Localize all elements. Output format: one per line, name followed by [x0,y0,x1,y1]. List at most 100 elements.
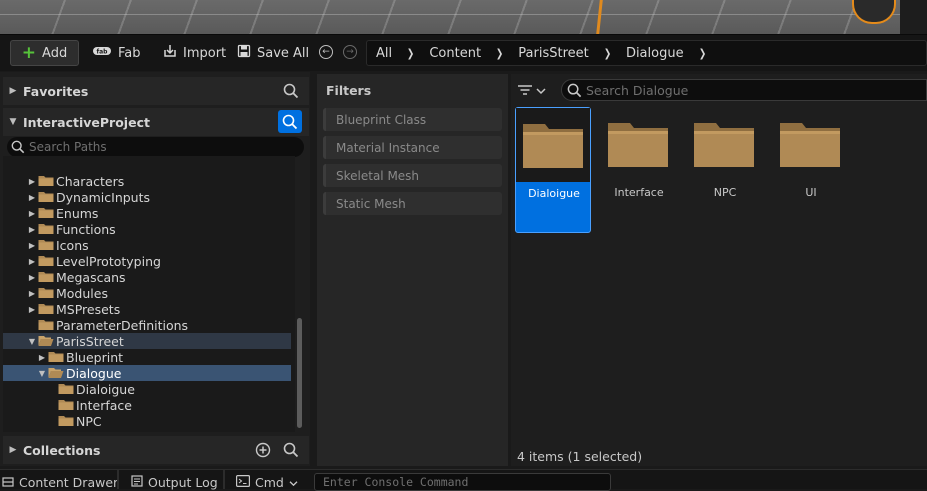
breadcrumb-all[interactable]: All [376,46,392,61]
tree-item-label: Modules [56,285,108,301]
collections-header[interactable]: ▶ Collections [3,436,309,464]
drawer-icon [2,475,14,490]
tree-item-icons[interactable]: ▶ Icons [3,237,291,253]
chevron-right-icon[interactable]: ❯ [687,47,717,60]
tree-item-label: Interface [76,397,132,413]
caret-right-icon: ▶ [9,445,17,455]
search-icon[interactable] [283,83,299,102]
folder-icon [38,207,54,219]
asset-label: NPC [713,186,737,199]
import-button[interactable]: Import [157,40,232,66]
breadcrumb-dialogue[interactable]: Dialogue [626,46,684,61]
tree-item-characters[interactable]: ▶ Characters [3,173,291,189]
caret-right-icon[interactable]: ▶ [27,225,37,234]
search-paths-toggle-icon[interactable] [278,110,302,133]
caret-right-icon[interactable]: ▶ [27,241,37,250]
cmd-label: Cmd [255,474,284,490]
add-label: Add [42,45,68,61]
asset-label: UI [805,186,817,199]
tree-item-interface[interactable]: Interface [3,397,291,413]
caret-down-icon[interactable]: ▼ [37,369,47,378]
tree-item-label: UI [76,430,89,433]
breadcrumb-content[interactable]: Content [429,46,481,61]
tree-scrollbar[interactable] [297,318,302,428]
tree-item-label: Dialogue [66,365,122,381]
plus-icon: + [21,42,37,63]
save-all-button[interactable]: Save All [231,40,315,66]
caret-right-icon[interactable]: ▶ [27,193,37,202]
folder-icon [38,271,54,283]
console-command-input[interactable]: Enter Console Command [314,473,611,491]
folder-icon [58,431,74,432]
search-icon[interactable] [283,442,299,461]
filter-blueprint-class[interactable]: Blueprint Class [323,108,502,131]
add-collection-icon[interactable] [255,442,271,461]
asset-view: Search Dialogue Dialoigue Interface NPC UI … [511,74,927,466]
asset-tile-ui[interactable]: UI [773,107,849,233]
folder-icon [38,255,54,267]
tree-item-modules[interactable]: ▶ Modules [3,285,291,301]
content-drawer-button[interactable]: Content Drawer [2,473,118,491]
favorites-header[interactable]: ▶ Favorites [3,77,309,105]
cmd-dropdown[interactable]: Cmd [236,473,298,491]
chevron-right-icon[interactable]: ❯ [396,47,426,60]
caret-right-icon[interactable]: ▶ [27,289,37,298]
search-assets-input[interactable]: Search Dialogue [561,79,927,101]
fab-button[interactable]: fab Fab [86,40,147,66]
tree-item-megascans[interactable]: ▶ Megascans [3,269,291,285]
add-button[interactable]: + Add [10,40,79,66]
project-label: InteractiveProject [23,114,150,130]
caret-right-icon[interactable]: ▶ [27,273,37,282]
filter-skeletal-mesh[interactable]: Skeletal Mesh [323,164,502,187]
tree-item-enums[interactable]: ▶ Enums [3,205,291,221]
forward-arrow-icon[interactable]: → [343,45,357,59]
chevron-down-icon [289,475,298,490]
search-paths-input[interactable]: Search Paths [7,137,304,157]
filter-material-instance[interactable]: Material Instance [323,136,502,159]
filter-dropdown[interactable] [517,82,551,100]
tree-item-dialoigue[interactable]: Dialoigue [3,381,291,397]
caret-right-icon[interactable]: ▶ [37,353,47,362]
filter-static-mesh[interactable]: Static Mesh [323,192,502,215]
folder-icon [601,107,675,181]
breadcrumb-parisstreet[interactable]: ParisStreet [518,46,588,61]
project-header[interactable]: ▼ InteractiveProject [3,108,309,136]
output-log-button[interactable]: Output Log [131,473,218,491]
folder-icon [38,319,54,331]
tree-item-ui[interactable]: UI [3,429,291,433]
tree-item-npc[interactable]: NPC [3,413,291,429]
caret-down-icon[interactable]: ▼ [27,337,37,346]
asset-tile-dialoigue[interactable]: Dialoigue [515,107,591,233]
tree-item-levelprototyping[interactable]: ▶ LevelPrototyping [3,253,291,269]
svg-text:fab: fab [97,49,109,56]
viewport-gridline [0,14,927,15]
sources-panel: ▶ Favorites ▼ InteractiveProject Search … [0,72,310,466]
tree-item-dynamicinputs[interactable]: ▶ DynamicInputs [3,189,291,205]
caret-right-icon[interactable]: ▶ [27,177,37,186]
content-drawer-label: Content Drawer [19,474,119,490]
content-browser-toolbar: + Add fab Fab Import Save All ← → All ❯ … [0,34,927,71]
chevron-right-icon[interactable]: ❯ [485,47,515,60]
asset-tile-interface[interactable]: Interface [601,107,677,233]
asset-tile-npc[interactable]: NPC [687,107,763,233]
tree-item-parameterdefinitions[interactable]: ParameterDefinitions [3,317,291,333]
filter-label: Static Mesh [336,196,406,211]
caret-right-icon[interactable]: ▶ [27,209,37,218]
tree-item-functions[interactable]: ▶ Functions [3,221,291,237]
caret-right-icon[interactable]: ▶ [27,305,37,314]
tree-item-label: Enums [56,205,99,221]
tree-item-dialogue[interactable]: ▼ Dialogue [3,365,291,381]
tree-item-mspresets[interactable]: ▶ MSPresets [3,301,291,317]
terminal-icon [236,474,251,490]
tree-item-label: MSPresets [56,301,121,317]
back-arrow-icon[interactable]: ← [319,45,333,59]
tree-item-blueprint[interactable]: ▶ Blueprint [3,349,291,365]
collections-label: Collections [23,442,101,458]
tree-item-parisstreet[interactable]: ▼ ParisStreet [3,333,291,349]
chevron-right-icon[interactable]: ❯ [592,47,622,60]
viewport-edge [900,0,927,34]
caret-right-icon[interactable]: ▶ [27,257,37,266]
folder-icon [58,415,74,427]
filter-label: Material Instance [336,140,440,155]
folder-icon [38,223,54,235]
